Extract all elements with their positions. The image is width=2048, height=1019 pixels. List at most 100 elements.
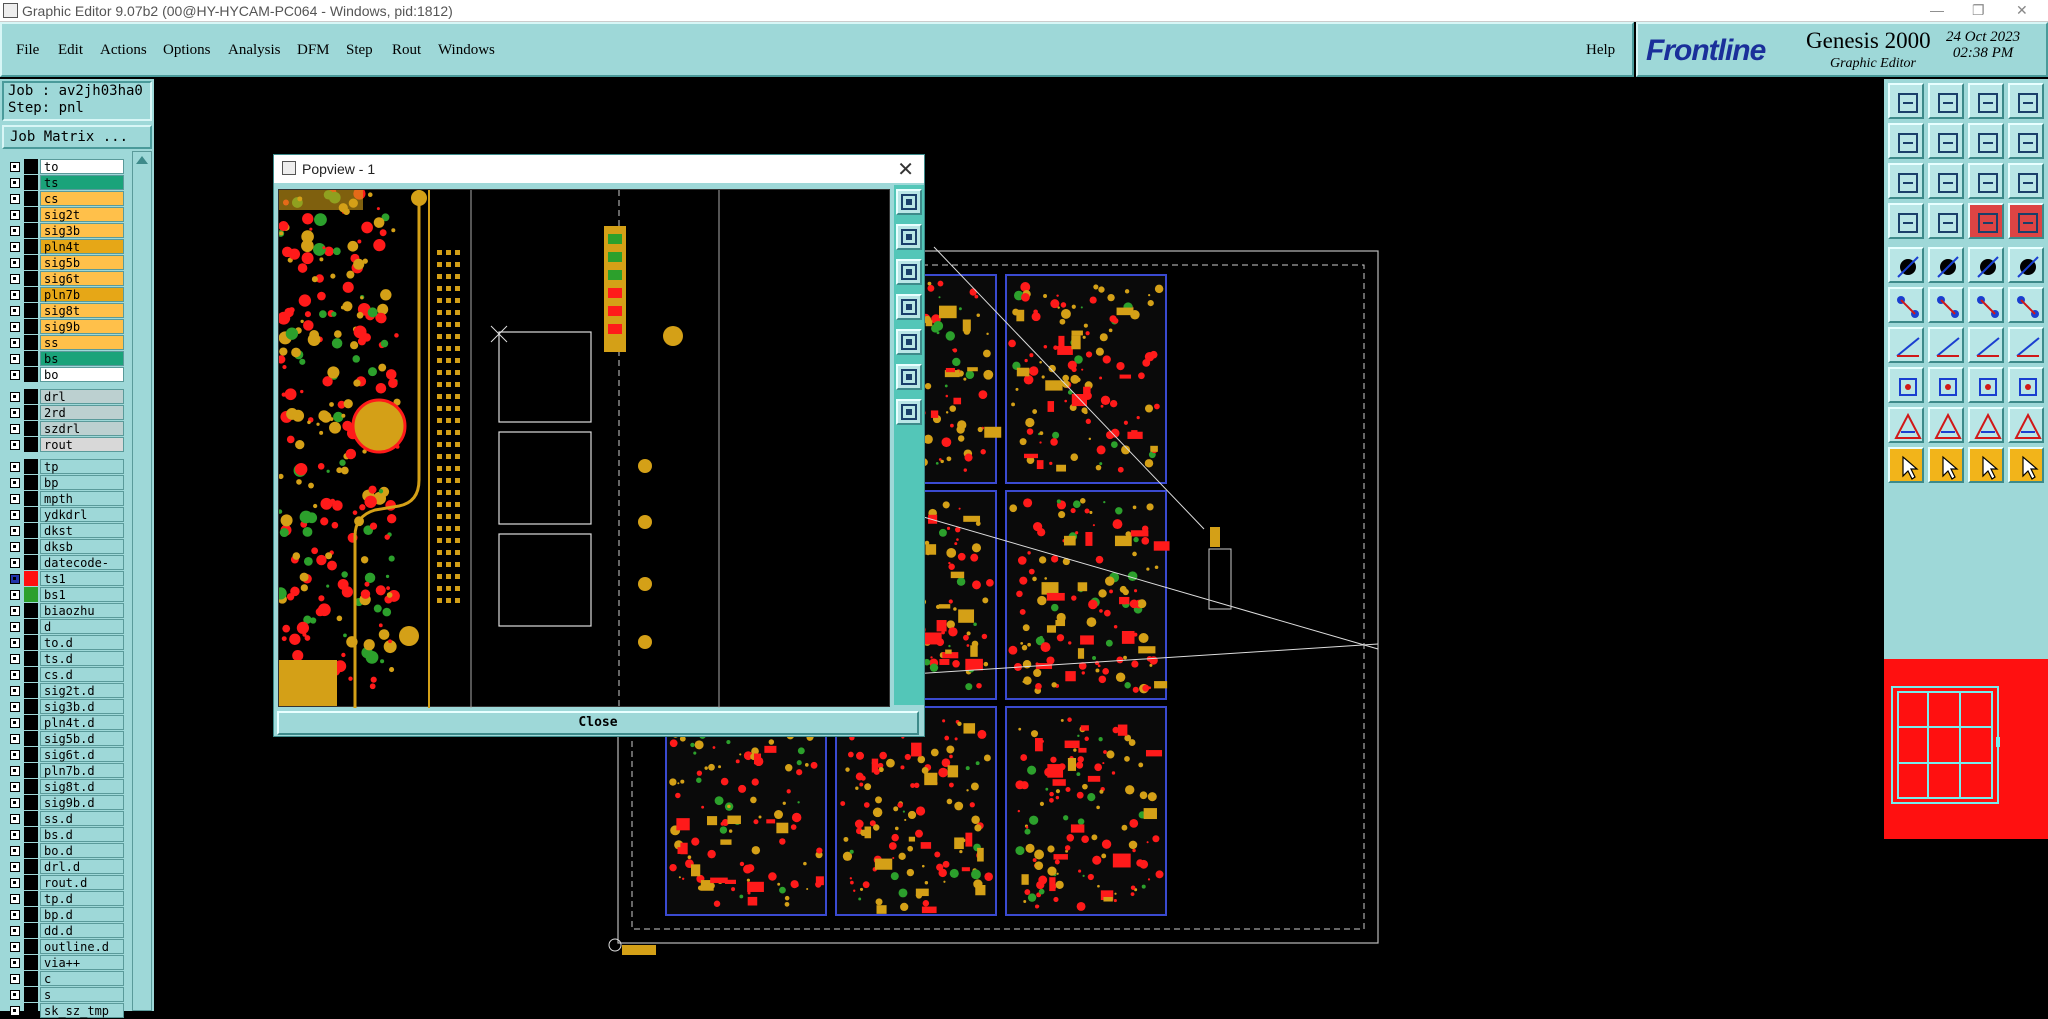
layer-color-swatch[interactable]: [24, 271, 38, 286]
layer-name[interactable]: bo.d: [40, 843, 124, 858]
layer-row-d[interactable]: d: [2, 619, 126, 635]
layer-checkbox[interactable]: [10, 178, 20, 188]
angle-icon[interactable]: [1888, 327, 1924, 363]
layer-checkbox[interactable]: [10, 718, 20, 728]
layer-name[interactable]: pln4t: [40, 239, 124, 254]
layer-name[interactable]: pln7b: [40, 287, 124, 302]
layer-row-drl[interactable]: drl: [2, 389, 126, 405]
layer-checkbox[interactable]: [10, 686, 20, 696]
layer-row-sig9b.d[interactable]: sig9b.d: [2, 795, 126, 811]
layer-row-sig3b.d[interactable]: sig3b.d: [2, 699, 126, 715]
layer-checkbox[interactable]: [10, 242, 20, 252]
layer-name[interactable]: bs: [40, 351, 124, 366]
rotate-icon[interactable]: [1968, 327, 2004, 363]
layer-name[interactable]: rout: [40, 437, 124, 452]
popview-zoom-view[interactable]: [274, 187, 891, 708]
layer-color-swatch[interactable]: [24, 747, 38, 762]
layer-checkbox[interactable]: [10, 392, 20, 402]
layer-checkbox[interactable]: [10, 306, 20, 316]
pv-zoom-out-icon[interactable]: [896, 259, 922, 285]
box-zoom-icon[interactable]: [1968, 367, 2004, 403]
layer-color-swatch[interactable]: [24, 763, 38, 778]
minimize-icon[interactable]: —: [1930, 2, 1944, 18]
layer-checkbox[interactable]: [10, 830, 20, 840]
layer-name[interactable]: sig9b.d: [40, 795, 124, 810]
layer-color-swatch[interactable]: [24, 875, 38, 890]
layer-name[interactable]: biaozhu: [40, 603, 124, 618]
layer-color-swatch[interactable]: [24, 421, 38, 436]
layer-color-swatch[interactable]: [24, 859, 38, 874]
layer-checkbox[interactable]: [10, 782, 20, 792]
layer-row-cs.d[interactable]: cs.d: [2, 667, 126, 683]
menu-windows[interactable]: Windows: [438, 42, 495, 59]
layer-name[interactable]: dd.d: [40, 923, 124, 938]
menu-edit[interactable]: Edit: [58, 42, 83, 59]
arc-tri-3-icon[interactable]: [1968, 407, 2004, 443]
layer-name[interactable]: sig3b: [40, 223, 124, 238]
save-job-icon[interactable]: [1928, 83, 1964, 119]
layer-color-swatch[interactable]: [24, 603, 38, 618]
popview-close-button[interactable]: Close: [277, 711, 919, 735]
layer-checkbox[interactable]: [10, 510, 20, 520]
layer-row-s[interactable]: s: [2, 987, 126, 1003]
delete-icon[interactable]: [1928, 287, 1964, 323]
layer-name[interactable]: sig6t.d: [40, 747, 124, 762]
layer-color-swatch[interactable]: [24, 667, 38, 682]
layer-color-swatch[interactable]: [24, 459, 38, 474]
menu-options[interactable]: Options: [163, 42, 211, 59]
layer-row-pln4t[interactable]: pln4t: [2, 239, 126, 255]
pv-zoom-in-icon[interactable]: [896, 224, 922, 250]
layer-row-bs.d[interactable]: bs.d: [2, 827, 126, 843]
layer-color-swatch[interactable]: [24, 475, 38, 490]
layer-name[interactable]: to: [40, 159, 124, 174]
pv-center-icon[interactable]: [896, 399, 922, 425]
layer-color-swatch[interactable]: [24, 939, 38, 954]
layer-name[interactable]: s: [40, 987, 124, 1002]
layer-checkbox[interactable]: [10, 990, 20, 1000]
layer-name[interactable]: via++: [40, 955, 124, 970]
menu-dfm[interactable]: DFM: [297, 42, 330, 59]
layer-name[interactable]: mpth: [40, 491, 124, 506]
layer-row-ss[interactable]: ss: [2, 335, 126, 351]
move-icon[interactable]: [1968, 287, 2004, 323]
home-icon[interactable]: [1968, 83, 2004, 119]
layer-row-rout.d[interactable]: rout.d: [2, 875, 126, 891]
layer-color-swatch[interactable]: [24, 191, 38, 206]
layer-checkbox[interactable]: [10, 622, 20, 632]
layer-color-swatch[interactable]: [24, 923, 38, 938]
layer-row-via++[interactable]: via++: [2, 955, 126, 971]
layer-row-bo.d[interactable]: bo.d: [2, 843, 126, 859]
query-icon[interactable]: [2008, 163, 2044, 199]
layer-name[interactable]: rout.d: [40, 875, 124, 890]
layer-name[interactable]: ts: [40, 175, 124, 190]
layer-name[interactable]: drl.d: [40, 859, 124, 874]
layer-color-swatch[interactable]: [24, 539, 38, 554]
select-box-icon[interactable]: [1888, 367, 1924, 403]
layer-color-swatch[interactable]: [24, 303, 38, 318]
zoom-out-icon[interactable]: [1928, 123, 1964, 159]
layer-color-swatch[interactable]: [24, 287, 38, 302]
overview-map[interactable]: [1884, 659, 2048, 839]
layer-name[interactable]: bp: [40, 475, 124, 490]
layer-name[interactable]: sig5b: [40, 255, 124, 270]
layer-row-pln7b.d[interactable]: pln7b.d: [2, 763, 126, 779]
layer-color-swatch[interactable]: [24, 891, 38, 906]
layer-checkbox[interactable]: [10, 702, 20, 712]
layer-row-biaozhu[interactable]: biaozhu: [2, 603, 126, 619]
layer-checkbox[interactable]: [10, 910, 20, 920]
layer-checkbox[interactable]: [10, 974, 20, 984]
line-draw-icon[interactable]: [1928, 247, 1964, 283]
grid-icon[interactable]: [1928, 203, 1964, 239]
layer-name[interactable]: ts.d: [40, 651, 124, 666]
layer-row-sig8t.d[interactable]: sig8t.d: [2, 779, 126, 795]
layer-name[interactable]: sig3b.d: [40, 699, 124, 714]
layer-name[interactable]: ss.d: [40, 811, 124, 826]
layer-color-swatch[interactable]: [24, 405, 38, 420]
zoom-in-icon[interactable]: [1888, 123, 1924, 159]
layer-name[interactable]: dkst: [40, 523, 124, 538]
layer-color-swatch[interactable]: [24, 491, 38, 506]
layer-color-swatch[interactable]: [24, 351, 38, 366]
layer-name[interactable]: bs.d: [40, 827, 124, 842]
fit-all-icon[interactable]: [1888, 163, 1924, 199]
layer-row-outline.d[interactable]: outline.d: [2, 939, 126, 955]
